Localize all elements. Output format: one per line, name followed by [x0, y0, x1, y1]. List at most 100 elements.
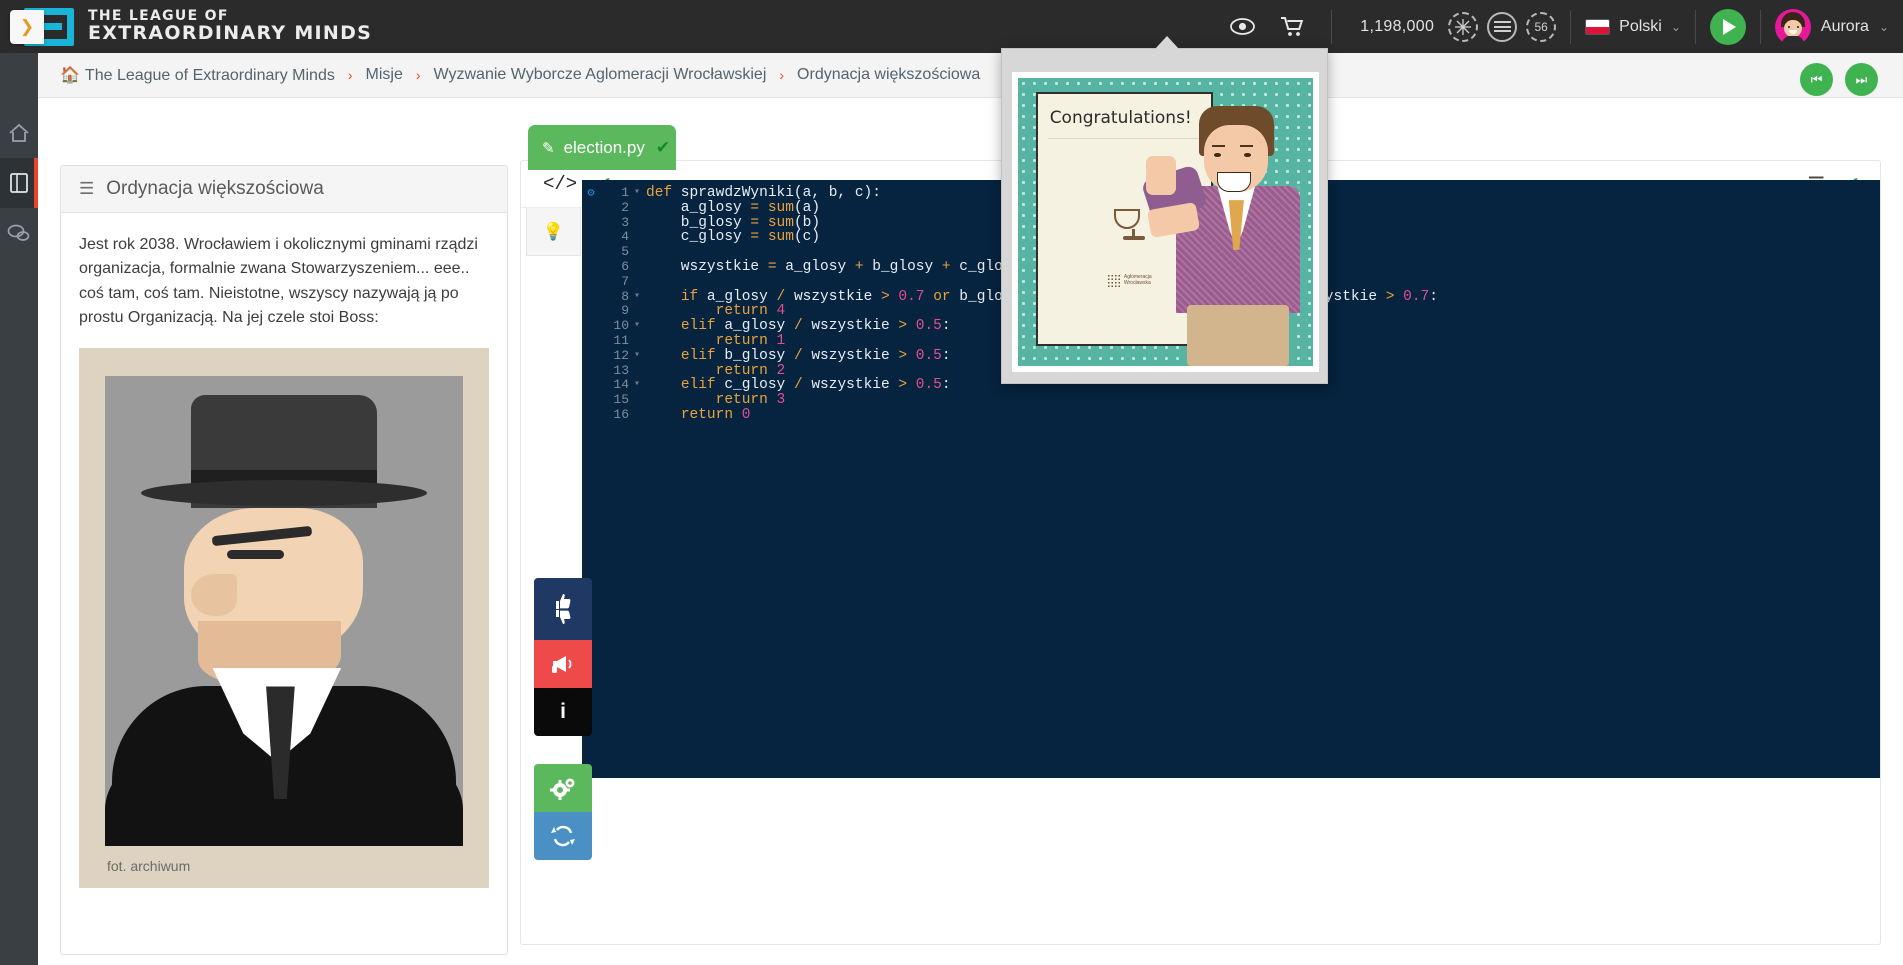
code-line: 16 return 0 [582, 406, 1880, 423]
fold-toggle[interactable]: ▾ [634, 319, 646, 334]
fold-toggle[interactable]: ▾ [634, 186, 646, 201]
breadcrumb: 🏠 The League of Extraordinary Minds › Mis… [60, 65, 980, 85]
report-button[interactable] [534, 640, 592, 688]
line-number: 12 [613, 347, 629, 363]
home-icon: 🏠 [60, 67, 80, 84]
previous-step-button[interactable]: ⏮ [1800, 63, 1833, 96]
points-group: 1,198,000 56 [1332, 0, 1570, 53]
user-menu[interactable]: Aurora ⌄ [1761, 0, 1903, 53]
play-button[interactable] [1709, 8, 1746, 45]
file-tab-election-py[interactable]: ✎ election.py ✔ [528, 125, 676, 170]
story-panel-body: Jest rok 2038. Wrocławiem i okolicznymi … [61, 213, 507, 908]
eye-icon[interactable] [1218, 18, 1267, 35]
chevron-right-icon: ❯ [19, 17, 35, 36]
chevron-down-icon: ⌄ [1670, 19, 1681, 34]
sidebar-item-messages[interactable] [0, 208, 38, 258]
user-avatar-icon [1774, 8, 1811, 45]
popup-content: Congratulations! Aglomeracja Wrocławska [1012, 72, 1319, 372]
line-number: 3 [621, 214, 629, 230]
hint-button[interactable]: 💡 [526, 208, 581, 256]
info-button[interactable]: i [534, 688, 592, 736]
sidebar-item-missions[interactable] [0, 158, 38, 208]
figure-caption: fot. archiwum [107, 858, 191, 875]
top-bar: THE LEAGUE OF EXTRAORDINARY MINDS 1,198,… [0, 0, 1903, 53]
code-text: return 3 [715, 392, 786, 409]
certificate-image: Congratulations! Aglomeracja Wrocławska [1018, 78, 1313, 366]
hamburger-icon[interactable]: ☰ [79, 179, 94, 199]
file-tab-label: election.py [563, 137, 645, 157]
step-navigation: ⏮ ⏭ [1800, 63, 1878, 96]
line-number: 4 [621, 229, 629, 245]
notebook-icon [10, 173, 28, 193]
code-text: b_glosy = sum(b) [646, 214, 821, 231]
line-number: 15 [613, 392, 629, 408]
certificate-preview-popup[interactable]: Congratulations! Aglomeracja Wrocławska [1001, 48, 1328, 384]
code-text: elif b_glosy / wszystkie > 0.5: [680, 347, 951, 364]
level-badge-icon[interactable]: 56 [1526, 11, 1557, 42]
checkmark-icon: ✔ [655, 137, 671, 157]
fold-toggle[interactable]: ▾ [634, 378, 646, 393]
line-number: 14 [613, 377, 629, 393]
story-panel: ☰ Ordynacja większościowa Jest rok 2038.… [60, 165, 508, 955]
line-number: 2 [621, 199, 629, 215]
language-selector[interactable]: Polski ⌄ [1571, 0, 1695, 53]
chat-bubbles-icon [7, 224, 30, 241]
sidebar-item-home[interactable] [0, 108, 38, 158]
rate-button[interactable] [534, 578, 592, 640]
home-icon [9, 123, 29, 142]
pencil-icon: ✎ [542, 139, 555, 157]
breadcrumb-item-missions[interactable]: Misje [366, 66, 403, 84]
play-icon [1723, 18, 1737, 35]
breadcrumb-label: The League of Extraordinary Minds [84, 67, 335, 84]
points-counter: 1,198,000 [1360, 17, 1435, 35]
presenter-illustration [1140, 90, 1313, 366]
top-bar-right: 1,198,000 56 Polski ⌄ Aurora ⌄ [1204, 0, 1903, 53]
snowflake-badge-icon[interactable] [1448, 11, 1479, 42]
info-icon: i [560, 700, 566, 723]
breadcrumb-separator: › [415, 67, 421, 83]
breadcrumb-separator: › [347, 67, 353, 83]
story-text: Jest rok 2038. Wrocławiem i okolicznymi … [79, 236, 478, 326]
code-text: return 4 [715, 303, 786, 320]
gear-icon[interactable]: ⚙ [582, 186, 600, 201]
run-button[interactable] [534, 764, 592, 812]
line-number: 9 [621, 303, 629, 319]
level-badge-value: 56 [1534, 19, 1548, 34]
reset-button[interactable] [534, 812, 592, 860]
page-title: Ordynacja większościowa [106, 178, 324, 199]
fold-toggle[interactable]: ▾ [634, 349, 646, 364]
fold-toggle[interactable]: ▾ [634, 290, 646, 305]
line-number: 11 [613, 332, 629, 348]
left-sidebar [0, 53, 38, 965]
action-button-column: i [534, 578, 592, 860]
megaphone-icon [552, 656, 572, 673]
user-name: Aurora [1820, 17, 1869, 35]
code-text: return 0 [680, 406, 751, 423]
lines-badge-icon[interactable] [1487, 11, 1518, 42]
line-number: 13 [613, 362, 629, 378]
breadcrumb-item-current: Ordynacja większościowa [797, 66, 981, 83]
code-text: return 2 [715, 362, 786, 379]
sidebar-expand-button[interactable]: ❯ [10, 10, 44, 44]
line-number: 10 [613, 318, 629, 334]
line-number: 6 [621, 258, 629, 274]
boss-portrait-image [105, 376, 463, 847]
code-brackets-icon[interactable]: </> [543, 173, 577, 195]
breadcrumb-item-challenge[interactable]: Wyzwanie Wyborcze Aglomeracji Wrocławski… [434, 66, 767, 84]
badge-group: 56 [1448, 11, 1557, 42]
brand-text: THE LEAGUE OF EXTRAORDINARY MINDS [88, 9, 372, 44]
line-number: 7 [621, 273, 629, 289]
next-step-button[interactable]: ⏭ [1845, 63, 1878, 96]
breadcrumb-item-root[interactable]: 🏠 The League of Extraordinary Minds [60, 65, 335, 85]
lightbulb-icon: 💡 [542, 221, 565, 241]
line-number: 1 [621, 185, 629, 200]
shopping-cart-icon[interactable] [1267, 16, 1317, 38]
code-text: elif c_glosy / wszystkie > 0.5: [680, 377, 951, 394]
breadcrumb-separator: › [779, 67, 785, 83]
brand-logo-area[interactable]: THE LEAGUE OF EXTRAORDINARY MINDS [0, 7, 372, 46]
code-text: def sprawdzWyniki(a, b, c): [646, 185, 881, 201]
code-line: 15 return 3 [582, 392, 1880, 409]
code-text: elif a_glosy / wszystkie > 0.5: [680, 318, 951, 335]
chevron-down-icon: ⌄ [1878, 19, 1889, 34]
code-text: wszystkie = a_glosy + b_glosy + c_glosy [646, 258, 1021, 275]
